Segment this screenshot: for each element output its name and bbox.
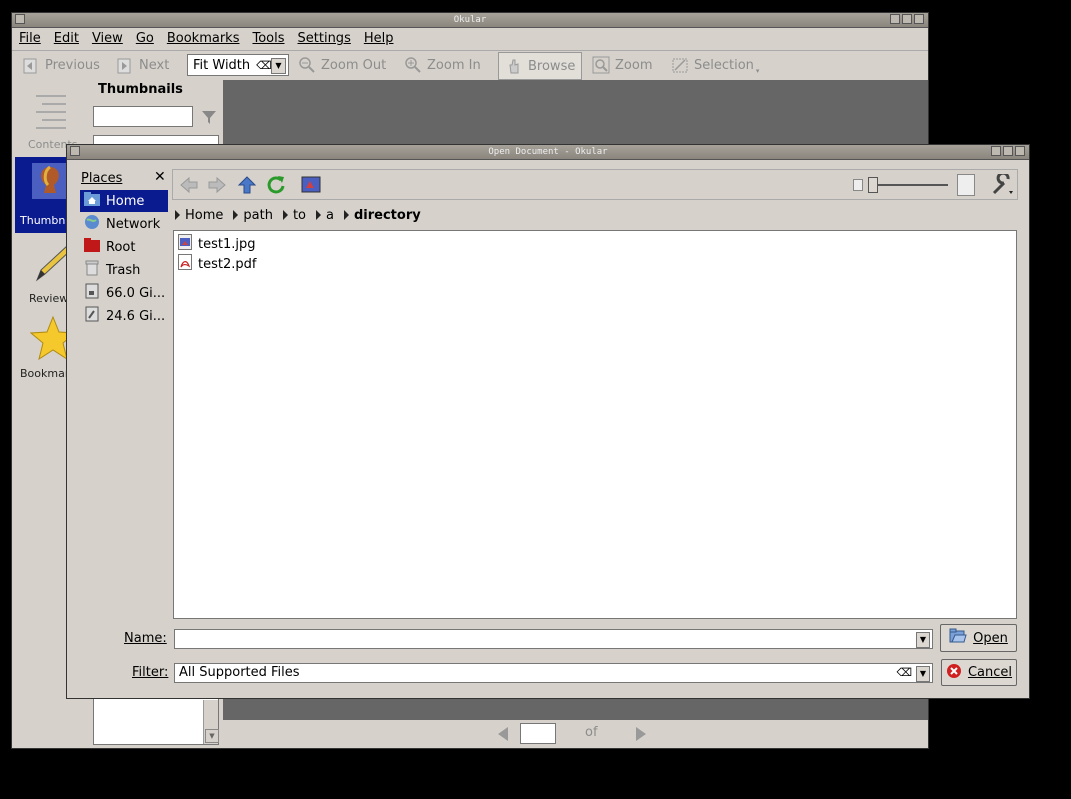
place-drive-2[interactable]: 24.6 Gi...: [80, 305, 168, 327]
page-of-label: of: [585, 725, 598, 740]
open-button[interactable]: Open: [940, 624, 1017, 652]
thumbnail-search-input[interactable]: [93, 106, 193, 127]
clear-icon[interactable]: ⌫: [256, 59, 272, 72]
breadcrumb-directory[interactable]: directory: [343, 208, 421, 223]
cancel-button[interactable]: Cancel: [941, 659, 1017, 686]
okular-titlebar[interactable]: Okular: [12, 13, 928, 28]
page-nav-bar: of: [223, 720, 928, 748]
breadcrumb-to[interactable]: to: [282, 208, 306, 223]
open-document-dialog: Open Document - Okular Places ✕ Home Net…: [66, 144, 1030, 699]
open-folder-icon: [949, 628, 967, 648]
zoom-in-button[interactable]: Zoom In: [404, 51, 481, 79]
cancel-icon: [946, 663, 962, 683]
previous-icon: [22, 56, 40, 74]
back-icon[interactable]: [179, 175, 199, 199]
dialog-title: Open Document - Okular: [488, 147, 608, 157]
selection-button[interactable]: Selection ▾: [671, 51, 759, 79]
icon-size-slider[interactable]: [868, 177, 948, 193]
preview-icon[interactable]: [301, 176, 321, 198]
pdf-file-icon: [178, 254, 192, 274]
menu-tools[interactable]: Tools: [252, 29, 284, 49]
small-file-icon: [853, 179, 863, 195]
root-folder-icon: [84, 238, 100, 256]
file-list[interactable]: test1.jpg test2.pdf: [173, 230, 1017, 619]
next-button[interactable]: Next: [116, 51, 169, 79]
close-button[interactable]: [1015, 146, 1025, 156]
trash-icon: [84, 260, 100, 280]
breadcrumb-home[interactable]: Home: [175, 208, 223, 223]
forward-icon[interactable]: [207, 175, 227, 199]
zoom-out-button[interactable]: Zoom Out: [298, 51, 386, 79]
slider-handle[interactable]: [868, 177, 878, 193]
page-number-input[interactable]: [520, 723, 556, 744]
chevron-down-icon[interactable]: ▼: [271, 58, 286, 74]
chevron-down-icon: ▾: [755, 67, 760, 75]
zoom-combo[interactable]: Fit Width ⌫ ▼: [187, 54, 289, 76]
reload-icon[interactable]: [266, 175, 286, 199]
image-file-icon: [178, 234, 192, 254]
zoom-in-icon: [404, 56, 422, 74]
previous-button[interactable]: Previous: [22, 51, 100, 79]
menubar: File Edit View Go Bookmarks Tools Settin…: [19, 29, 406, 49]
file-item[interactable]: test2.pdf: [178, 254, 256, 274]
chevron-down-icon[interactable]: ▼: [916, 632, 930, 648]
place-home[interactable]: Home: [80, 190, 168, 212]
menu-file[interactable]: File: [19, 29, 41, 49]
close-places-icon[interactable]: ✕: [154, 169, 166, 185]
places-label: Places: [81, 171, 123, 186]
minimize-button[interactable]: [991, 146, 1001, 156]
place-trash[interactable]: Trash: [80, 259, 168, 281]
maximize-button[interactable]: [1003, 146, 1013, 156]
maximize-button[interactable]: [902, 14, 912, 24]
menu-bookmarks[interactable]: Bookmarks: [167, 29, 240, 49]
main-toolbar: Previous Next Fit Width ⌫ ▼ Zoom Out Zoo…: [12, 50, 928, 81]
thumbnail-scrollbar[interactable]: ▼: [203, 700, 219, 744]
breadcrumb: Home path to a directory: [175, 205, 431, 225]
thumbnails-icon: [32, 163, 68, 202]
drive-icon: [84, 306, 100, 326]
place-drive-1[interactable]: 66.0 Gi...: [80, 282, 168, 304]
chevron-down-icon[interactable]: ▼: [916, 666, 930, 682]
panel-title: Thumbnails: [98, 82, 183, 97]
filter-icon[interactable]: [201, 109, 217, 131]
clear-icon[interactable]: ⌫: [896, 664, 912, 682]
menu-help[interactable]: Help: [364, 29, 394, 49]
up-icon[interactable]: [237, 175, 257, 199]
filter-combo[interactable]: All Supported Files ⌫ ▼: [174, 663, 933, 683]
place-network[interactable]: Network: [80, 213, 168, 235]
options-wrench-icon[interactable]: [991, 171, 1015, 200]
next-icon: [116, 56, 134, 74]
menu-settings[interactable]: Settings: [298, 29, 351, 49]
filter-label: Filter:: [132, 665, 169, 680]
large-file-icon: [957, 174, 975, 200]
drive-icon: [84, 283, 100, 303]
dialog-toolbar: [172, 169, 1018, 200]
home-folder-icon: [84, 192, 100, 210]
breadcrumb-path[interactable]: path: [233, 208, 273, 223]
close-button[interactable]: [914, 14, 924, 24]
zoom-out-icon: [298, 56, 316, 74]
file-item[interactable]: test1.jpg: [178, 234, 255, 254]
zoom-tool-icon: [592, 56, 610, 74]
prev-page-icon[interactable]: [496, 726, 510, 746]
hand-icon: [505, 57, 523, 75]
browse-button[interactable]: Browse: [498, 52, 583, 80]
menu-go[interactable]: Go: [136, 29, 154, 49]
breadcrumb-a[interactable]: a: [316, 208, 334, 223]
menu-edit[interactable]: Edit: [54, 29, 79, 49]
contents-icon: [34, 93, 68, 132]
minimize-button[interactable]: [890, 14, 900, 24]
dialog-titlebar[interactable]: Open Document - Okular: [67, 145, 1029, 160]
scroll-down-icon[interactable]: ▼: [205, 729, 219, 743]
network-globe-icon: [84, 214, 100, 234]
name-input[interactable]: ▼: [174, 629, 933, 649]
menu-view[interactable]: View: [92, 29, 123, 49]
zoom-tool-button[interactable]: Zoom: [592, 51, 652, 79]
next-page-icon[interactable]: [634, 726, 648, 746]
okular-title: Okular: [453, 15, 487, 25]
place-root[interactable]: Root: [80, 236, 168, 258]
name-label: Name:: [124, 631, 167, 646]
selection-icon: [671, 56, 689, 74]
